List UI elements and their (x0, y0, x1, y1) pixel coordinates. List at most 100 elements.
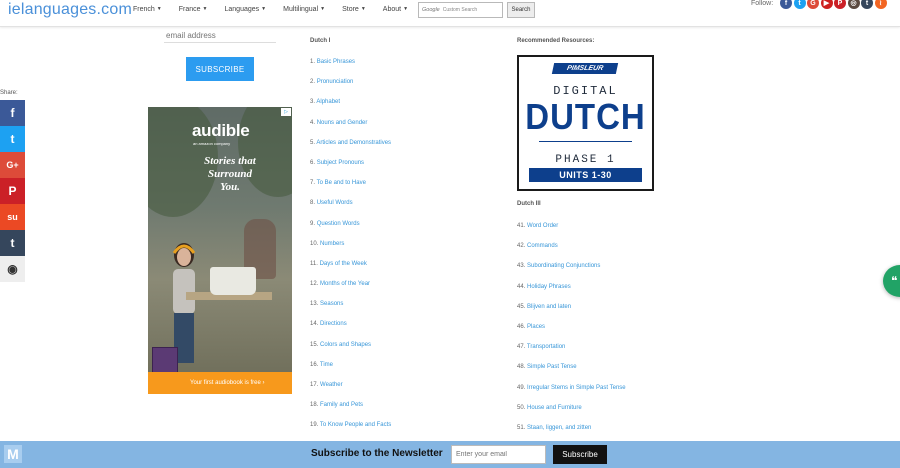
search-input[interactable]: Google Custom Search (418, 2, 503, 18)
tumblr-share-button[interactable]: t (0, 230, 25, 256)
googleplus-share-button[interactable]: G+ (0, 152, 25, 178)
twitter-icon: t (10, 132, 15, 146)
lesson-link[interactable]: To Be and to Have (317, 180, 366, 186)
lesson-link[interactable]: Seasons (320, 301, 343, 307)
twitter-share-button[interactable]: t (0, 126, 25, 152)
audible-logo: audible (192, 121, 250, 140)
email-field[interactable] (164, 29, 276, 43)
list-item-number: 19. (310, 422, 319, 429)
pinterest-share-button[interactable]: P (0, 178, 25, 204)
googleplus-icon[interactable]: G (807, 0, 819, 9)
subscribe-button[interactable]: SUBSCRIBE (186, 57, 254, 81)
lesson-link[interactable]: To Know People and Facts (320, 422, 391, 428)
nav-item-languages[interactable]: Languages ▼ (225, 6, 267, 13)
nav-item-store[interactable]: Store ▼ (342, 6, 366, 13)
nav-item-about[interactable]: About ▼ (383, 6, 408, 13)
lesson-link[interactable]: Subject Pronouns (317, 160, 364, 166)
list-item-number: 13. (310, 301, 319, 308)
facebook-share-button[interactable]: f (0, 100, 25, 126)
twitter-icon[interactable]: t (793, 0, 806, 9)
lesson-link[interactable]: Question Words (317, 221, 360, 227)
pimsleur-dutch-product[interactable]: PIMSLEUR DIGITAL DUTCH PHASE 1 UNITS 1-3… (517, 55, 654, 191)
list-item: 44. Holiday Phrases (517, 282, 626, 302)
nav-item-french[interactable]: French ▼ (133, 6, 162, 13)
list-item-number: 45. (517, 303, 526, 310)
dutch1-title: Dutch I (310, 38, 331, 44)
adchoices-icon[interactable]: ▷ (281, 108, 291, 116)
list-item-number: 17. (310, 382, 319, 388)
reddit-icon: ◉ (7, 262, 18, 276)
list-item: 45. Blijven and laten (517, 302, 626, 322)
nav-item-multilingual[interactable]: Multilingual ▼ (283, 6, 325, 13)
ad-cta[interactable]: Your first audiobook is free › (148, 372, 292, 394)
googleplus-icon: G+ (6, 160, 19, 170)
list-item-number: 2. (310, 79, 316, 86)
lesson-link[interactable]: Transportation (527, 344, 565, 350)
audible-subtitle: an amazon company (193, 141, 231, 146)
mailmunch-badge[interactable]: M (4, 445, 22, 463)
nav-item-france[interactable]: France ▼ (179, 6, 208, 13)
nav-item-label: Languages (224, 6, 260, 13)
lesson-link[interactable]: Holiday Phrases (527, 284, 571, 290)
lesson-link[interactable]: Useful Words (317, 200, 353, 206)
lesson-link[interactable]: Colors and Shapes (320, 342, 371, 348)
lesson-link[interactable]: Time (320, 362, 333, 368)
list-item: 2. Pronunciation (310, 77, 391, 97)
list-item-number: 12. (310, 281, 319, 288)
lesson-link[interactable]: Family and Pets (320, 402, 363, 408)
chevron-down-icon: ▼ (360, 6, 366, 12)
lesson-link[interactable]: Places (527, 324, 545, 330)
lesson-link[interactable]: Staan, liggen, and zitten (527, 425, 591, 431)
lesson-link[interactable]: Word Order (527, 223, 558, 229)
list-item: 4. Nouns and Gender (310, 118, 391, 138)
pinterest-icon[interactable]: P (834, 0, 846, 9)
reddit-share-button[interactable]: ◉ (0, 256, 25, 282)
google-logo: Google (422, 7, 440, 13)
list-item: 1. Basic Phrases (310, 57, 391, 77)
lesson-link[interactable]: Alphabet (316, 99, 340, 105)
list-item: 6. Subject Pronouns (310, 158, 391, 178)
lesson-link[interactable]: Commands (527, 243, 558, 249)
stumbleupon-share-button[interactable]: su (0, 204, 25, 230)
list-item-number: 41. (517, 223, 526, 229)
divider (539, 141, 632, 142)
lesson-link[interactable]: Numbers (320, 241, 344, 247)
lesson-link[interactable]: Days of the Week (320, 261, 367, 267)
instagram-icon[interactable]: ◎ (847, 0, 860, 9)
list-item: 46. Places (517, 322, 626, 342)
lesson-link[interactable]: House and Furniture (527, 405, 582, 411)
list-item-number: 11. (310, 260, 318, 267)
tumblr-icon: t (10, 236, 15, 250)
lesson-link[interactable]: Subordinating Conjunctions (527, 263, 600, 269)
newsletter-email-input[interactable] (451, 445, 546, 464)
lesson-link[interactable]: Directions (320, 321, 347, 327)
audible-ad[interactable]: audible an amazon company Stories that S… (148, 107, 292, 394)
list-item-number: 50. (517, 404, 526, 411)
search-placeholder: Custom Search (442, 7, 478, 13)
lesson-link[interactable]: Pronunciation (317, 79, 354, 85)
tumblr-icon[interactable]: t (861, 0, 873, 9)
rss-icon[interactable]: ≀ (874, 0, 887, 9)
facebook-icon[interactable]: f (780, 0, 792, 9)
lesson-link[interactable]: Weather (320, 382, 343, 388)
lesson-link[interactable]: Simple Past Tense (527, 364, 577, 370)
pimsleur-logo: PIMSLEUR (551, 63, 619, 74)
lesson-link[interactable]: Basic Phrases (317, 59, 355, 65)
lesson-link[interactable]: Nouns and Gender (317, 120, 368, 126)
lesson-link[interactable]: Blijven and laten (527, 304, 571, 310)
lesson-link[interactable]: Articles and Demonstratives (316, 140, 391, 146)
list-item: 43. Subordinating Conjunctions (517, 261, 626, 281)
list-item: 49. Irregular Stems in Simple Past Tense (517, 383, 626, 403)
newsletter-subscribe-button[interactable]: Subscribe (553, 445, 607, 464)
search-button[interactable]: Search (507, 2, 535, 18)
main-nav: French ▼ France ▼ Languages ▼ Multilingual ▼ Sto… (133, 6, 425, 13)
youtube-icon[interactable]: ▶ (820, 0, 833, 9)
nav-item-label: French (133, 6, 155, 13)
lesson-link[interactable]: Months of the Year (320, 281, 370, 287)
list-item-number: 51. (517, 424, 526, 431)
list-item-number: 6. (310, 159, 316, 166)
lesson-link[interactable]: Irregular Stems in Simple Past Tense (527, 385, 626, 391)
chat-widget-button[interactable]: ❝ (883, 265, 900, 297)
site-logo[interactable]: ielanguages.com (8, 1, 132, 19)
list-item: 8. Useful Words (310, 198, 391, 218)
